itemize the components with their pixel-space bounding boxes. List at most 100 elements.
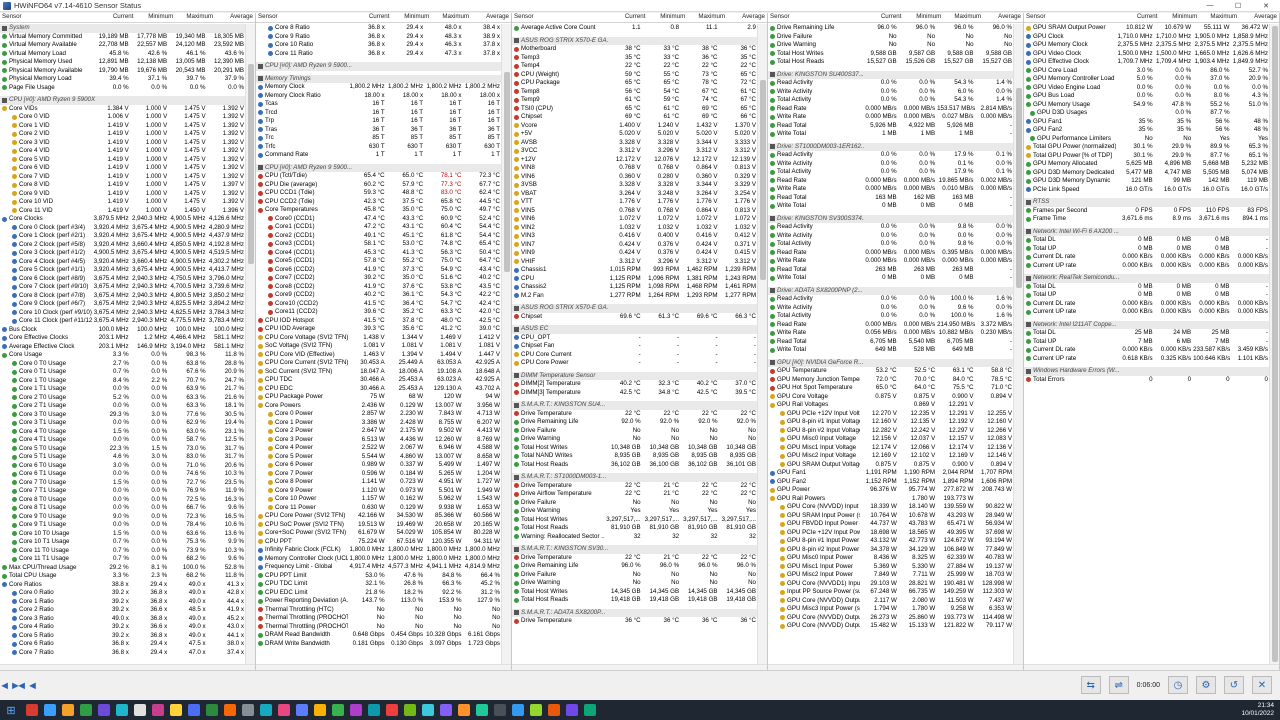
sensor-row[interactable]: VIN8 0.768 V 0.768 V 0.864 V 0.813 V xyxy=(512,164,758,173)
sensor-row[interactable]: CPU 1,125 RPM 1,096 RPM 1,381 RPM 1,243 RPM xyxy=(512,275,758,284)
sensor-row[interactable]: Core 0 Ratio 39.2 x 36.8 x 49.0 x 42.8 x xyxy=(0,589,246,598)
sensor-row[interactable]: Core 1 T1 Usage 0.0 % 0.0 % 63.9 % 21.7 % xyxy=(0,385,246,394)
sensor-row[interactable]: CPU IOD Average 39.3 °C 35.6 °C 41.2 °C 39.0… xyxy=(256,325,502,334)
sensor-row[interactable]: 3VSB 3.328 V 3.328 V 3.344 V 3.329 V xyxy=(512,181,758,190)
sensor-row[interactable]: Memory Controller Clock (UCLK) 1,800.0 MH… xyxy=(256,555,502,564)
column-header-sensor[interactable]: Sensor xyxy=(256,13,352,22)
sensor-row[interactable]: Total Host Writes 14,345 GB 14,345 GB 14,34… xyxy=(512,588,758,597)
taskbar-app-icon[interactable] xyxy=(188,704,200,716)
sensor-row[interactable]: VIN9 0.424 V 0.376 V 0.424 V 0.415 V xyxy=(512,249,758,258)
sensor-group-header[interactable]: Drive: KINGSTON SU400S37... xyxy=(768,70,1014,79)
sensor-group-header[interactable]: CPU [#0]: AMD Ryzen 9 5900X xyxy=(0,96,246,105)
sensor-row[interactable]: Core 0 Clock (perf #3/4) 3,920.4 MHz 3,675… xyxy=(0,224,246,233)
column-header[interactable]: Sensor Current Minimum Maximum Average xyxy=(768,13,1023,23)
sensor-row[interactable]: TSI0 (CPU) 65 °C 61 °C 69 °C 65 °C xyxy=(512,105,758,114)
sensor-row[interactable]: Core Usage 3.3 % 0.0 % 98.3 % 11.8 % xyxy=(0,351,246,360)
sensor-group-header[interactable]: Drive: ADATA SX8200PNP (2... xyxy=(768,286,1014,295)
column-header-average[interactable]: Average xyxy=(983,13,1023,22)
scrollbar-thumb[interactable] xyxy=(504,72,510,272)
sensor-row[interactable]: SoC Current (SVI2 TFN) 18.047 A 18.006 A 19… xyxy=(256,368,502,377)
sensor-row[interactable]: Temp9 61 °C 59 °C 74 °C 67 °C xyxy=(512,96,758,105)
start-button[interactable]: ⊞ xyxy=(0,700,22,720)
sensor-row[interactable]: Drive Temperature 22 °C 22 °C 22 °C 22 °C xyxy=(512,410,758,419)
sensor-row[interactable]: Core 7 Ratio 36.8 x 29.4 x 47.0 x 37.4 x xyxy=(0,649,246,658)
sensor-row[interactable]: GPU Rail Powers 1.780 W 193.773 W xyxy=(768,495,1014,504)
sensor-pane[interactable]: Sensor Current Minimum Maximum Average System… xyxy=(0,13,256,670)
taskbar-app-icon[interactable] xyxy=(368,704,380,716)
sensor-row[interactable]: Core 4 VID 1.419 V 1.000 V 1.475 V 1.392 V xyxy=(0,147,246,156)
sensor-group-header[interactable]: RTSS xyxy=(1024,198,1270,207)
sensor-row[interactable]: GPU SRAM Output Voltage 0.875 V 0.875 V 0.9… xyxy=(768,461,1014,470)
sensor-row[interactable]: Core 11 VID 1.419 V 1.000 V 1.450 V 1.396 V xyxy=(0,207,246,216)
sensor-row[interactable]: CPU Core Power - - - - xyxy=(512,359,758,368)
sensor-row[interactable]: Core 7 VID 1.419 V 1.000 V 1.475 V 1.392 V xyxy=(0,173,246,182)
sensor-row[interactable]: Current DL rate 0.000 KB/s 0.000 KB/s 233.5… xyxy=(1024,346,1270,355)
sensor-row[interactable]: Core+SoC Power (SVI2 TFN) 61.679 W 54.029 … xyxy=(256,529,502,538)
sensor-row[interactable]: GPU Clock 1,710.0 MHz 1,710.0 MHz 1,905.0 M… xyxy=(1024,33,1270,42)
sensor-row[interactable]: Core VIDs 1.384 V 1.000 V 1.475 V 1.392 V xyxy=(0,105,246,114)
sensor-row[interactable]: Core 3 Power 6.513 W 4.436 W 12.260 W 8.769 … xyxy=(256,436,502,445)
sensor-row[interactable]: Core 6 VID 1.419 V 1.000 V 1.475 V 1.392 V xyxy=(0,164,246,173)
sensor-row[interactable]: Read Activity 0.0 % 0.0 % 17.9 % 0.1 % xyxy=(768,151,1014,160)
sensor-row[interactable]: Core 5 T1 Usage 4.6 % 3.0 % 83.0 % 31.7 % xyxy=(0,453,246,462)
sensor-row[interactable]: Core 6 Ratio 36.8 x 29.4 x 47.5 x 38.0 x xyxy=(0,640,246,649)
sensor-row[interactable]: Average Active Core Count 1.1 0.8 11.1 2.9 xyxy=(512,24,758,33)
sensor-row[interactable]: Core 5 Ratio 39.2 x 36.8 x 49.0 x 44.1 x xyxy=(0,632,246,641)
sensor-row[interactable]: Thermal Throttling (PROCHOT... No No No No xyxy=(256,614,502,623)
sensor-row[interactable]: Chipset Fan - - - - xyxy=(512,342,758,351)
sensor-row[interactable]: Core 11 T1 Usage 0.7 % 0.0 % 68.2 % 9.6 % xyxy=(0,555,246,564)
sensor-row[interactable]: Trc 85 T 85 T 85 T 85 T xyxy=(256,134,502,143)
sensor-row[interactable]: GPU Fan2 1,152 RPM 1,152 RPM 1,894 RPM 1,606… xyxy=(768,478,1014,487)
sensor-row[interactable]: GPU Memory Allocated 5,625 MB 4,896 MB 5,66… xyxy=(1024,160,1270,169)
sensor-row[interactable]: Core10 (CCD2) 41.5 °C 36.4 °C 54.7 °C 42.4 °… xyxy=(256,300,502,309)
sensor-row[interactable]: Drive Warning No No No No xyxy=(768,41,1014,50)
sensor-row[interactable]: GPU PCIe +12V Input Pow... 18.698 W 18.565… xyxy=(768,529,1014,538)
sensor-row[interactable]: GPU 8-pin #2 Input Voltage 12.282 V 12.242… xyxy=(768,427,1014,436)
sensor-row[interactable]: Core 7 T0 Usage 1.5 % 0.0 % 72.7 % 23.5 % xyxy=(0,479,246,488)
sensor-row[interactable]: Core 3 T0 Usage 29.3 % 3.0 % 77.6 % 30.5 % xyxy=(0,411,246,420)
taskbar-app-icon[interactable] xyxy=(134,704,146,716)
sensor-row[interactable]: Core7 (CCD2) 39.2 °C 35.0 °C 51.6 °C 40.2 °C xyxy=(256,274,502,283)
sensor-row[interactable]: CPU Core Current (SVI2 TFN) 30.453 A 25.44… xyxy=(256,359,502,368)
sensor-row[interactable]: Read Rate 0.000 MB/s 0.000 MB/s 0.395 MB/s 0… xyxy=(768,249,1014,258)
scrollbar-thumb[interactable] xyxy=(1272,26,1278,662)
sensor-row[interactable]: Trfc 630 T 630 T 630 T 630 T xyxy=(256,143,502,152)
sensor-row[interactable]: Core5 (CCD1) 57.8 °C 55.2 °C 75.0 °C 64.7 °C xyxy=(256,257,502,266)
sensor-row[interactable]: GPU Fan1 1,191 RPM 1,190 RPM 2,044 RPM 1,707… xyxy=(768,469,1014,478)
sensor-row[interactable]: Physical Memory Used 12,891 MB 12,138 MB 13… xyxy=(0,58,246,67)
taskbar-app-icon[interactable] xyxy=(98,704,110,716)
taskbar-app-icon[interactable] xyxy=(350,704,362,716)
taskbar-app-icon[interactable] xyxy=(458,704,470,716)
sensor-row[interactable]: Temp4 22 °C 22 °C 22 °C 22 °C xyxy=(512,62,758,71)
sensor-row[interactable]: Total Host Reads 15,527 GB 15,526 GB 15,527… xyxy=(768,58,1014,67)
sensor-row[interactable]: Core 7 Power 0.596 W 0.184 W 5.265 W 1.204 W xyxy=(256,470,502,479)
column-header-minimum[interactable]: Minimum xyxy=(135,13,175,22)
sensor-row[interactable]: Core 8 VID 1.419 V 1.000 V 1.475 V 1.397 V xyxy=(0,181,246,190)
column-header-average[interactable]: Average xyxy=(215,13,255,22)
sensor-row[interactable]: Core 10 Clock (perf #9/10) 3,675.4 MHz 2,9… xyxy=(0,309,246,318)
sensor-group-header[interactable]: CPU [#0]: AMD Ryzen 9 5900... xyxy=(256,62,502,71)
taskbar-app-icon[interactable] xyxy=(62,704,74,716)
sensor-row[interactable]: Core 6 T0 Usage 3.0 % 0.0 % 71.0 % 20.6 % xyxy=(0,462,246,471)
column-header-sensor[interactable]: Sensor xyxy=(768,13,864,22)
sensor-row[interactable]: CPU SoC Power (SVI2 TFN) 19.513 W 19.469 W… xyxy=(256,521,502,530)
sensor-group-header[interactable]: S.M.A.R.T.: KINGSTON SU4... xyxy=(512,401,758,410)
sensor-row[interactable]: CPU IOD Hotspot 41.5 °C 37.8 °C 48.0 °C 42.5… xyxy=(256,317,502,326)
sensor-row[interactable]: Read Total 163 MB 162 MB 163 MB - xyxy=(768,194,1014,203)
sensor-row[interactable]: Read Total 5,926 MB 4,922 MB 5,926 MB - xyxy=(768,122,1014,131)
scrollbar-thumb[interactable] xyxy=(1016,88,1022,288)
taskbar-app-icon[interactable] xyxy=(494,704,506,716)
sensor-group-header[interactable]: Network: Intel I211AT Coppe... xyxy=(1024,320,1270,329)
sensor-row[interactable]: Write Activity 0.0 % 0.0 % 9.6 % 0.0 % xyxy=(768,304,1014,313)
sensor-row[interactable]: Write Total 1 MB 1 MB 1 MB - xyxy=(768,130,1014,139)
navigate-collapse-icon[interactable]: ◄◄ xyxy=(16,680,38,692)
taskbar-app-icon[interactable] xyxy=(26,704,38,716)
sensor-row[interactable]: Page File Usage 0.0 % 0.0 % 0.0 % 0.0 % xyxy=(0,84,246,93)
sensor-row[interactable]: Total DL 0 MB 0 MB 0 MB - xyxy=(1024,283,1270,292)
sensor-row[interactable]: Core 1 Power 3.386 W 2.428 W 8.755 W 6.207 W xyxy=(256,419,502,428)
sensor-row[interactable]: Core 8 Ratio 36.8 x 29.4 x 48.0 x 38.4 x xyxy=(256,24,502,33)
sensor-row[interactable]: Total UP 7 MB 6 MB 7 MB - xyxy=(1024,338,1270,347)
sensor-row[interactable]: Core 4 Clock (perf #4/5) 3,920.4 MHz 3,660… xyxy=(0,258,246,267)
column-header[interactable]: Sensor Current Minimum Maximum Average xyxy=(512,13,767,23)
sensor-row[interactable]: GPU Core Load 3.0 % 0.0 % 86.0 % 52.7 % xyxy=(1024,67,1270,76)
